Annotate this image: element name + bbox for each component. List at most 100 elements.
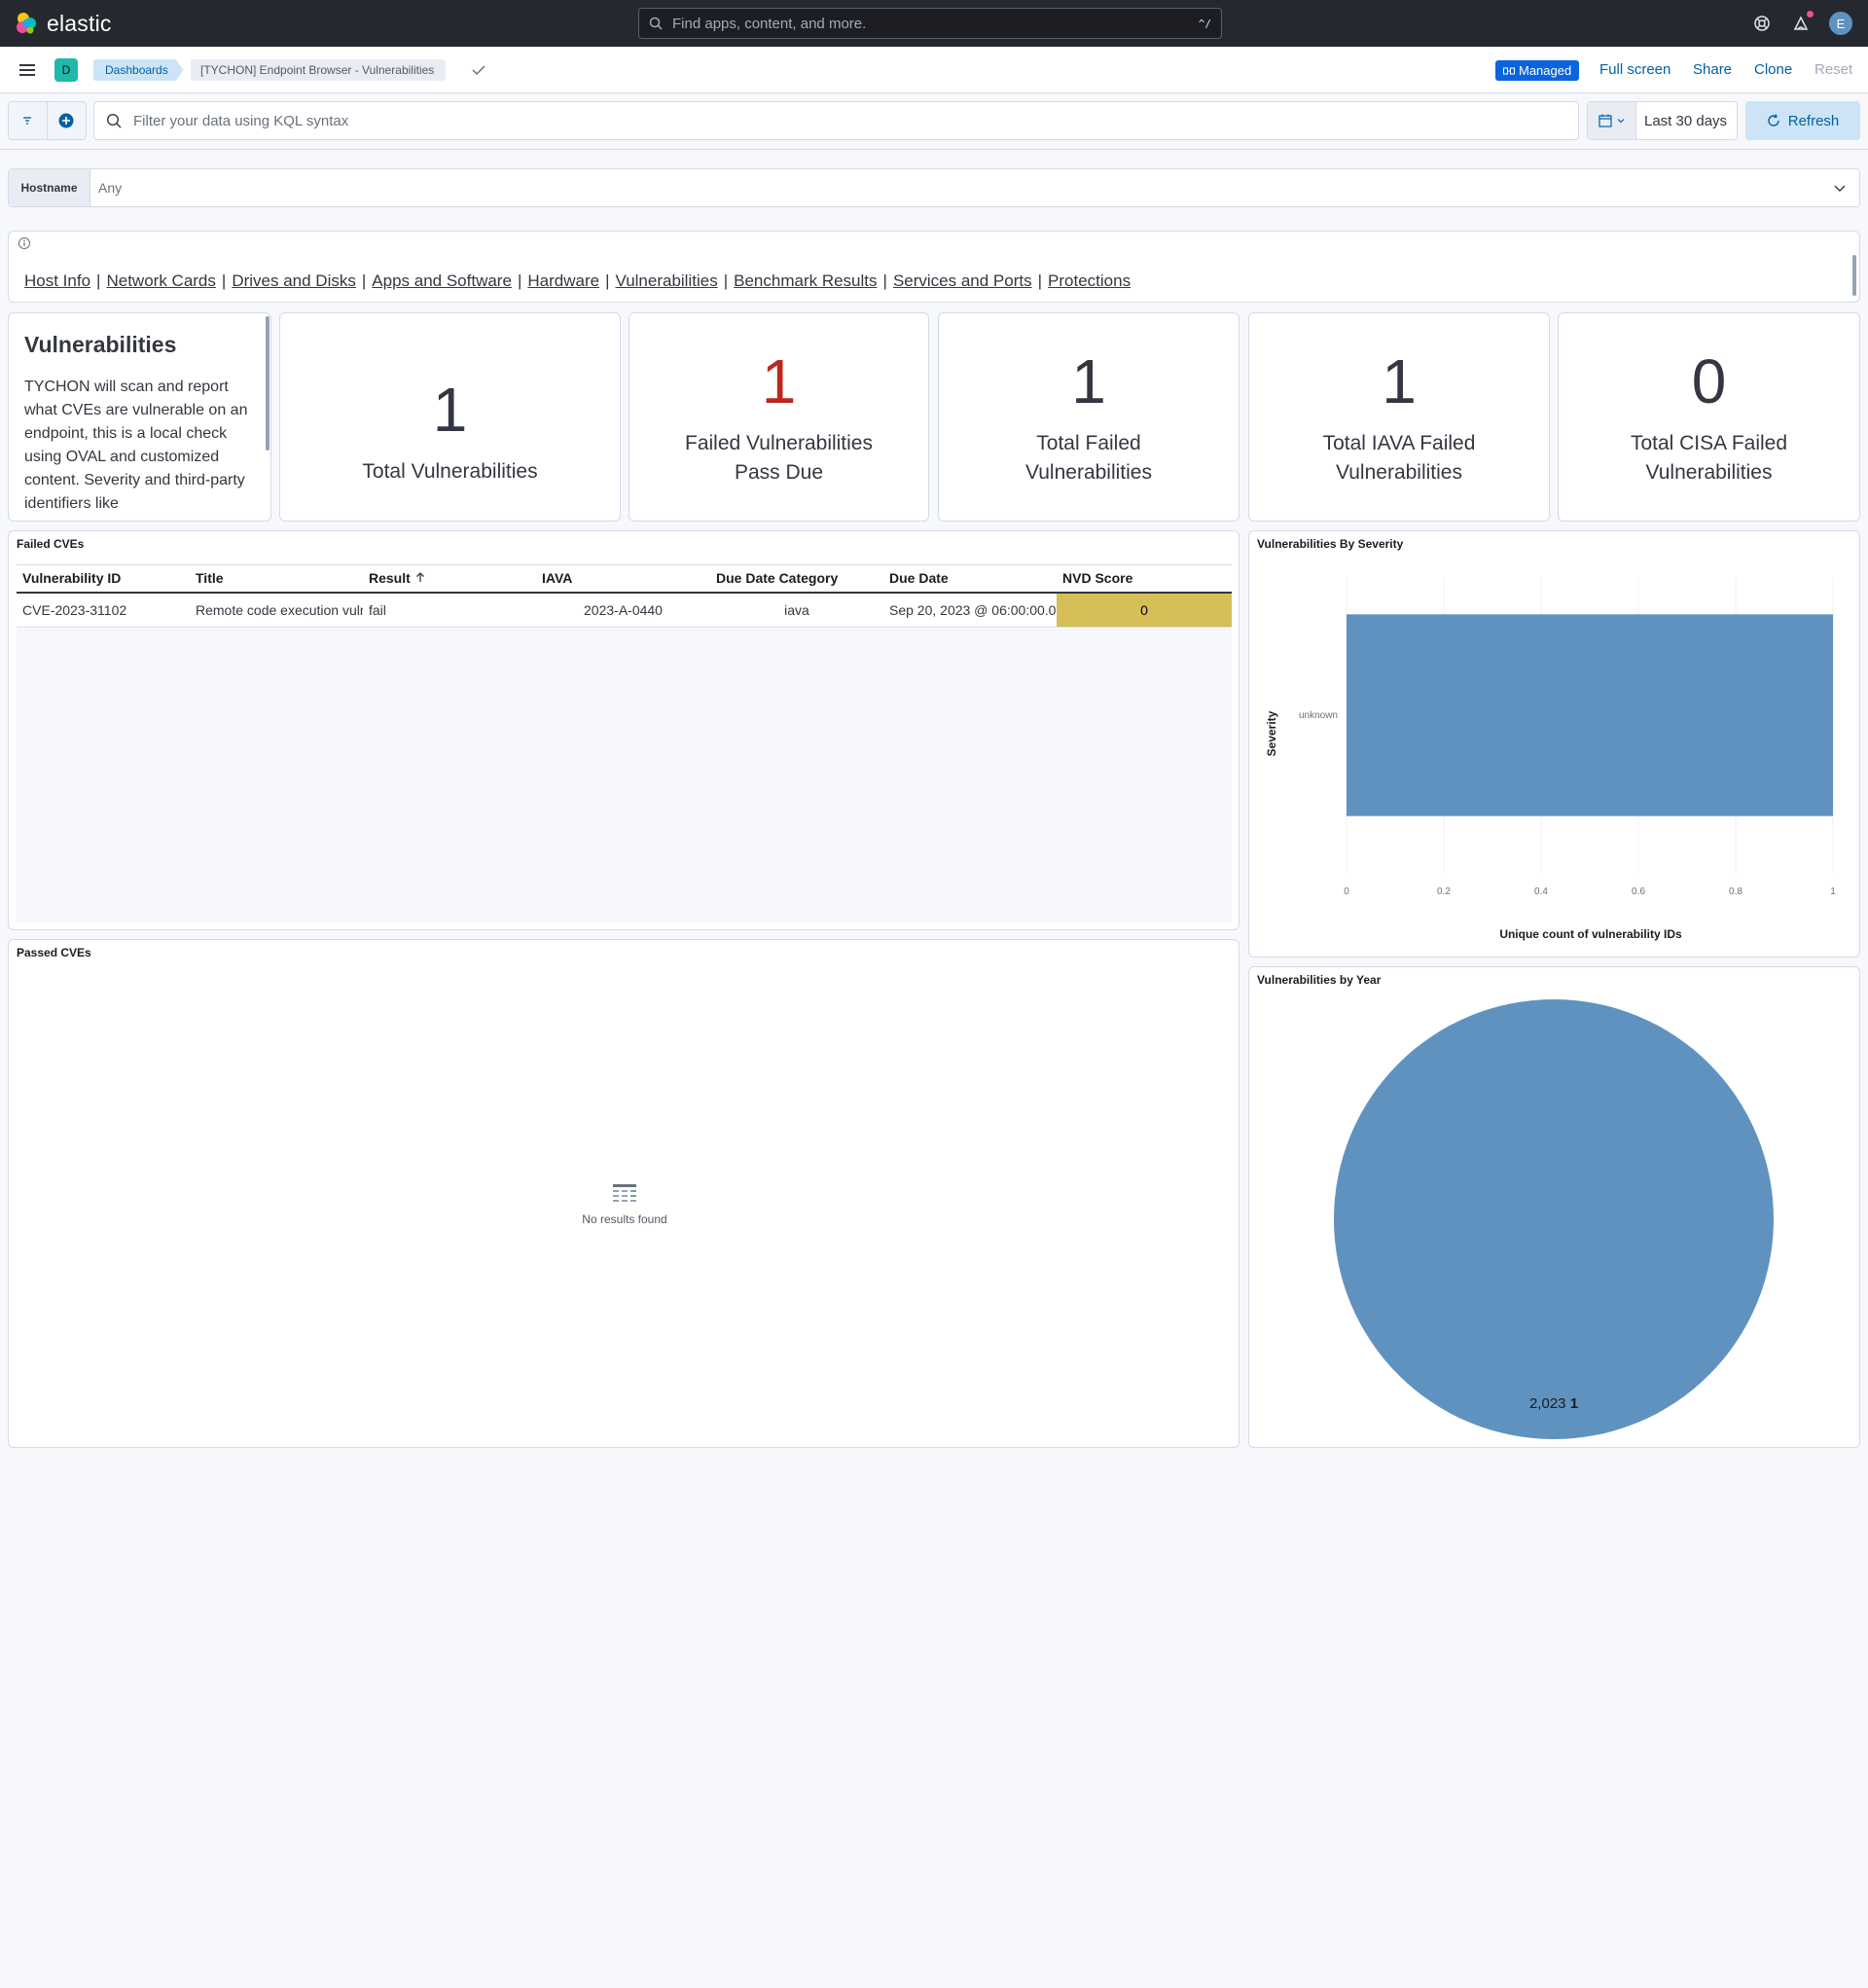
- filter-menu-button[interactable]: [9, 102, 48, 139]
- search-placeholder: Find apps, content, and more.: [672, 15, 867, 32]
- menu-toggle-button[interactable]: [16, 58, 39, 82]
- metric-value: 1: [432, 374, 468, 445]
- nav-link-services-and-ports[interactable]: Services and Ports: [893, 271, 1032, 290]
- no-results: No results found: [555, 1183, 695, 1226]
- brand-name: elastic: [47, 10, 112, 36]
- search-shortcut: ^/: [1198, 17, 1211, 30]
- metric-value: 0: [1691, 345, 1727, 416]
- failed-cves-table: Vulnerability ID Title Result IAVA Due D…: [17, 564, 1232, 628]
- scrollbar[interactable]: [266, 316, 269, 451]
- info-icon[interactable]: [18, 236, 31, 250]
- add-filter-button[interactable]: [48, 102, 87, 139]
- global-search-input[interactable]: Find apps, content, and more. ^/: [638, 8, 1222, 39]
- column-header[interactable]: Result: [363, 564, 536, 594]
- x-tick-label: 0: [1344, 886, 1349, 897]
- refresh-label: Refresh: [1787, 112, 1840, 129]
- table-row[interactable]: CVE-2023-31102 Remote code execution vul…: [17, 592, 1232, 628]
- x-tick-label: 0.8: [1729, 886, 1742, 897]
- cell-iava: 2023-A-0440: [536, 592, 710, 628]
- user-avatar[interactable]: E: [1829, 12, 1852, 35]
- y-tick-label: unknown: [1299, 710, 1338, 721]
- panel-title: Vulnerabilities By Severity: [1257, 537, 1404, 551]
- description-text: TYCHON will scan and report what CVEs ar…: [24, 379, 248, 512]
- check-icon: [469, 60, 488, 80]
- severity-bar-chart: 0 0.2 0.4 0.6 0.8 1 unknown Unique count of v…: [1265, 577, 1836, 941]
- full-screen-button[interactable]: Full screen: [1599, 60, 1670, 80]
- metric-value: 1: [1071, 345, 1106, 416]
- date-picker[interactable]: Last 30 days: [1587, 101, 1738, 140]
- managed-badge: Managed: [1495, 60, 1580, 81]
- scrollbar[interactable]: [1852, 255, 1856, 296]
- nav-link-hardware[interactable]: Hardware: [527, 271, 599, 290]
- metric-label: Total IAVA Failed Vulnerabilities: [1322, 431, 1476, 484]
- bar[interactable]: [1347, 614, 1833, 816]
- managed-label: Managed: [1519, 63, 1572, 78]
- pie-slice[interactable]: [1334, 999, 1774, 1439]
- nav-link-protections[interactable]: Protections: [1048, 271, 1131, 290]
- column-header[interactable]: Due Date: [883, 564, 1057, 594]
- cell-result: fail: [363, 592, 536, 628]
- nav-link-benchmark-results[interactable]: Benchmark Results: [734, 271, 877, 290]
- column-header[interactable]: Title: [190, 564, 363, 594]
- nav-links: Host Info | Network Cards | Drives and Disks…: [24, 271, 1132, 290]
- panel-title: Failed CVEs: [17, 537, 85, 551]
- reset-button[interactable]: Reset: [1814, 60, 1852, 80]
- metric-label: Total Failed Vulnerabilities: [1025, 431, 1152, 484]
- managed-icon: [1503, 67, 1515, 74]
- y-axis-label: Severity: [1265, 710, 1278, 756]
- metric-total-failed: 1 Total Failed Vulnerabilities: [938, 312, 1239, 522]
- breadcrumb-dashboards[interactable]: Dashboards: [93, 59, 184, 81]
- chevron-down-icon[interactable]: [1820, 181, 1859, 195]
- kql-placeholder: Filter your data using KQL syntax: [133, 112, 349, 129]
- table-header-row: Vulnerability ID Title Result IAVA Due D…: [17, 564, 1232, 594]
- refresh-button[interactable]: Refresh: [1745, 101, 1860, 140]
- hostname-control[interactable]: Hostname Any: [8, 168, 1860, 207]
- metric-value: 1: [1382, 345, 1417, 416]
- kql-search-input[interactable]: Filter your data using KQL syntax: [93, 101, 1579, 140]
- column-header[interactable]: NVD Score: [1057, 564, 1232, 594]
- metric-label: Failed Vulnerabilities Pass Due: [685, 431, 873, 484]
- sort-ascending-icon: [415, 572, 424, 583]
- metric-value: 1: [761, 345, 797, 416]
- description-title: Vulnerabilities: [24, 332, 177, 357]
- clone-button[interactable]: Clone: [1754, 60, 1792, 80]
- share-button[interactable]: Share: [1693, 60, 1732, 80]
- metric-total-iava-failed: 1 Total IAVA Failed Vulnerabilities: [1248, 312, 1550, 522]
- cell-nvd-score: 0: [1057, 592, 1232, 628]
- nav-link-host-info[interactable]: Host Info: [24, 271, 90, 290]
- metric-total-cisa-failed: 0 Total CISA Failed Vulnerabilities: [1558, 312, 1860, 522]
- year-pie-chart: 2,023 1: [1334, 999, 1774, 1439]
- calendar-icon: [1598, 114, 1612, 127]
- cell-due-category: iava: [710, 592, 883, 628]
- time-range-label[interactable]: Last 30 days: [1644, 113, 1727, 129]
- nav-link-drives-and-disks[interactable]: Drives and Disks: [232, 271, 356, 290]
- table-empty-area: [17, 629, 1232, 922]
- quick-menu-button[interactable]: [1588, 102, 1636, 139]
- space-avatar[interactable]: D: [54, 58, 78, 82]
- column-header[interactable]: Vulnerability ID: [17, 564, 190, 594]
- column-header[interactable]: Due Date Category: [710, 564, 883, 594]
- table-icon: [613, 1184, 636, 1202]
- elastic-logo[interactable]: elastic: [14, 10, 112, 37]
- pie-slice-label: 2,023 1: [1529, 1395, 1578, 1412]
- no-results-text: No results found: [582, 1212, 667, 1226]
- x-tick-label: 0.4: [1534, 886, 1548, 897]
- notification-dot: [1806, 10, 1814, 18]
- help-icon[interactable]: [1750, 12, 1774, 35]
- filter-buttons: [8, 101, 87, 140]
- refresh-icon: [1768, 114, 1779, 127]
- column-header[interactable]: IAVA: [536, 564, 710, 594]
- nav-link-network-cards[interactable]: Network Cards: [106, 271, 215, 290]
- navigation-panel: [8, 231, 1860, 303]
- nav-link-apps-and-software[interactable]: Apps and Software: [372, 271, 512, 290]
- metric-label: Total CISA Failed Vulnerabilities: [1630, 431, 1788, 484]
- nav-link-vulnerabilities[interactable]: Vulnerabilities: [615, 271, 717, 290]
- plus-circle-icon: [58, 113, 74, 128]
- x-tick-label: 0.6: [1632, 886, 1645, 897]
- panel-title: Passed CVEs: [17, 946, 91, 959]
- filter-icon: [23, 117, 32, 125]
- cell-vulnerability-id: CVE-2023-31102: [17, 592, 190, 628]
- x-tick-label: 1: [1830, 886, 1836, 897]
- breadcrumb-current-dashboard: [TYCHON] Endpoint Browser - Vulnerabilit…: [191, 59, 447, 81]
- hostname-value[interactable]: Any: [90, 180, 1820, 196]
